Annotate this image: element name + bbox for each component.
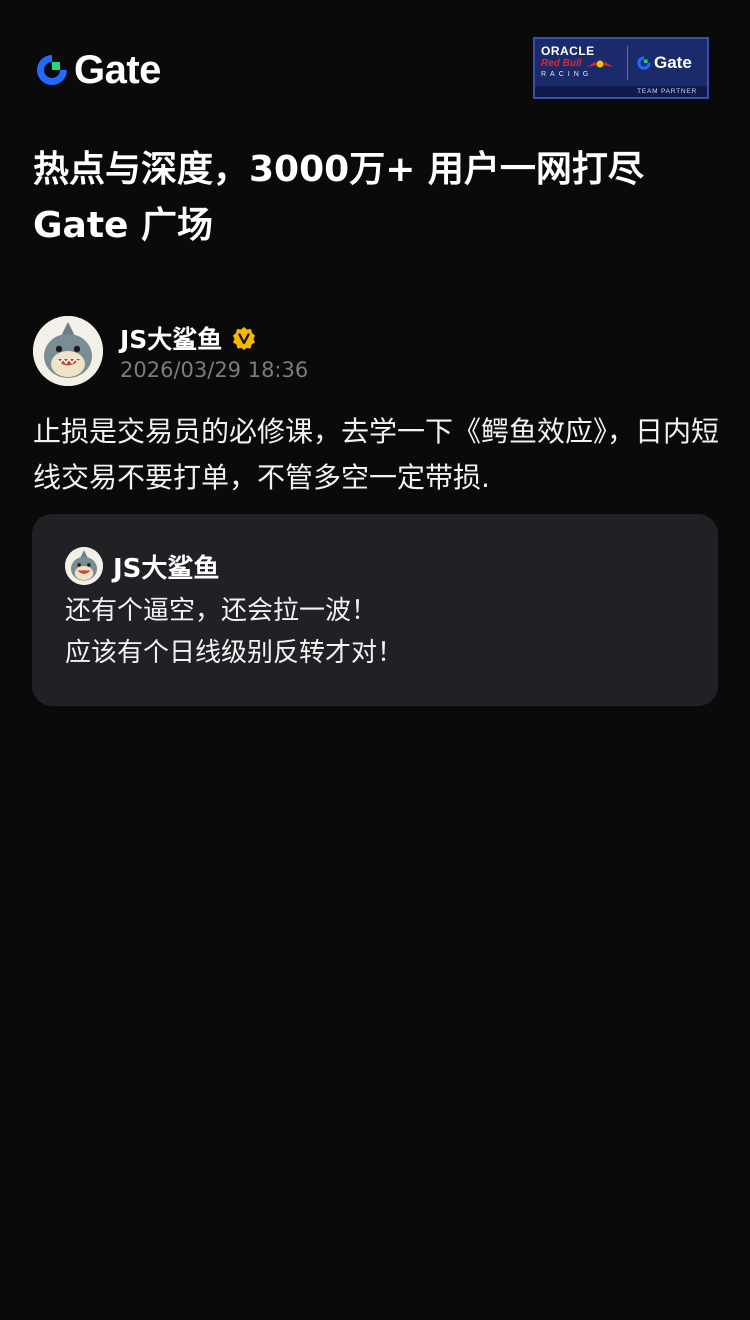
post-author[interactable]: JS大鲨鱼 2026/03/29 18:36 (33, 316, 308, 386)
partner-main: ORACLE Red Bull RACING Gate (535, 39, 707, 86)
redbull-text: Red Bull (541, 58, 582, 69)
gate-logo-icon (37, 55, 67, 85)
partner-gate-text: Gate (654, 52, 692, 72)
partner-gate-icon (637, 55, 651, 70)
team-partner-badge: ORACLE Red Bull RACING Gate TEAM PARTNER (533, 37, 709, 99)
racing-text: RACING (541, 71, 593, 78)
quoted-avatar (65, 547, 103, 585)
redbull-bulls-icon (586, 60, 613, 68)
team-partner-label: TEAM PARTNER (535, 86, 707, 97)
quoted-post-author: JS大鲨鱼 (65, 546, 685, 586)
post-body: 止损是交易员的必修课，去学一下《鳄鱼效应》，日内短线交易不要打单，不管多空一定带… (33, 415, 720, 494)
quoted-post-text: 还有个逼空，还会拉一波！ 应该有个日线级别反转才对！ (65, 596, 404, 668)
author-info: JS大鲨鱼 2026/03/29 18:36 (120, 320, 308, 382)
post-timestamp: 2026/03/29 18:36 (120, 358, 309, 382)
header: Gate ORACLE Red Bull RACING Gate TEAM PA… (0, 0, 750, 120)
quoted-author-name: JS大鲨鱼 (113, 553, 220, 584)
partner-divider (627, 45, 628, 80)
shark-avatar-icon (65, 547, 103, 585)
avatar[interactable] (33, 316, 103, 386)
gate-logo[interactable]: Gate (34, 50, 161, 90)
gate-logo-text: Gate (74, 48, 161, 92)
author-name[interactable]: JS大鲨鱼 (120, 320, 222, 356)
verified-badge-icon (233, 327, 256, 350)
oracle-redbull-racing-logo: ORACLE Red Bull RACING (541, 45, 619, 80)
partner-gate-logo: Gate (636, 53, 692, 73)
quoted-post-card[interactable]: JS大鲨鱼 还有个逼空，还会拉一波！ 应该有个日线级别反转才对！ (32, 514, 718, 706)
redbull-row: Red Bull (541, 58, 615, 70)
page-headline: 热点与深度，3000万+ 用户一网打尽 Gate 广场 (33, 149, 644, 246)
shark-avatar-icon (33, 316, 103, 386)
author-name-row: JS大鲨鱼 (120, 320, 308, 356)
oracle-text: ORACLE (541, 44, 595, 58)
